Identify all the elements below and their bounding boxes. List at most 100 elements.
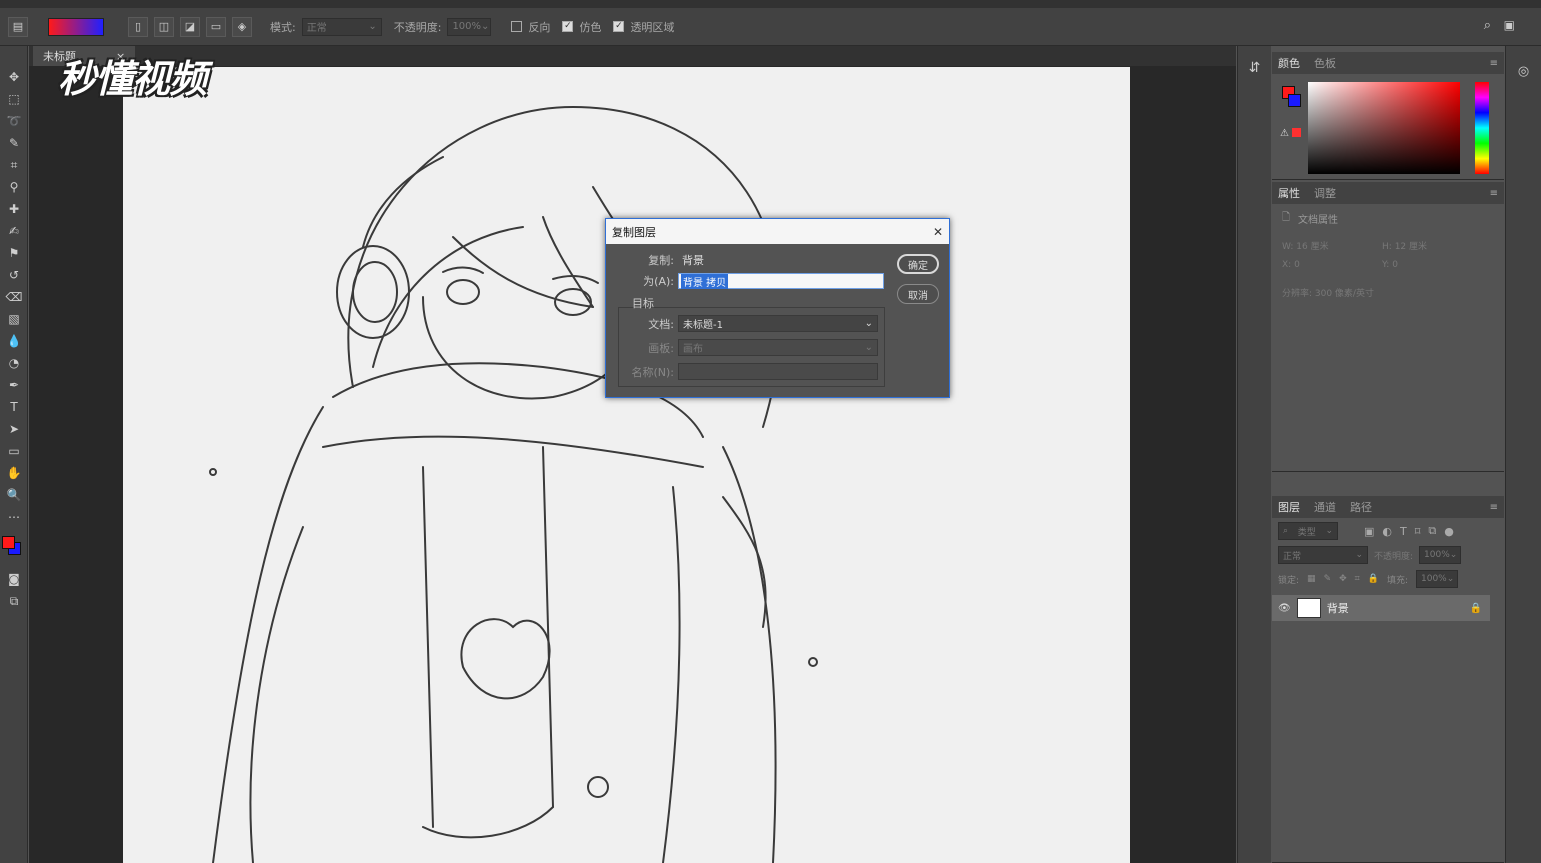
lock-label: 锁定: — [1278, 575, 1300, 586]
path-select-tool-icon[interactable]: ➤ — [0, 418, 28, 440]
more-tools-icon[interactable]: ⋯ — [0, 506, 28, 528]
diamond-gradient-button[interactable]: ◈ — [232, 16, 252, 37]
healing-tool-icon[interactable]: ✚ — [0, 198, 28, 220]
search-icon[interactable]: ⌕ — [1484, 18, 1491, 33]
mode-select[interactable]: 正常 ⌄ — [301, 17, 382, 36]
brush-tool-icon[interactable]: ✍ — [0, 220, 28, 242]
gamut-warning-icon[interactable]: ⚠ — [1280, 128, 1289, 139]
reflected-gradient-button[interactable]: ▭ — [206, 16, 226, 37]
lock-position-icon[interactable]: ✥ — [1339, 574, 1347, 584]
artboard-select: 画布 ⌄ — [678, 339, 878, 356]
smart-object-filter-icon[interactable]: ⧉ — [1428, 524, 1436, 538]
search-icon: ⌕ — [1283, 526, 1289, 536]
layer-name: 背景 — [1326, 602, 1349, 615]
pen-tool-icon[interactable]: ✒ — [0, 374, 28, 396]
radial-gradient-button[interactable]: ◫ — [154, 16, 174, 37]
gradient-tool-icon[interactable]: ▧ — [0, 308, 28, 330]
properties-panel-tabs: 属性 调整 ≡ — [1272, 182, 1504, 204]
type-tool-icon[interactable]: T — [0, 396, 28, 418]
reverse-checkbox[interactable] — [511, 21, 523, 32]
tab-layers[interactable]: 图层 — [1278, 499, 1300, 515]
document-select[interactable]: 未标题-1 ⌄ — [678, 315, 878, 332]
panel-background-swatch[interactable] — [1288, 94, 1301, 107]
blur-tool-icon[interactable]: 💧 — [0, 330, 28, 352]
crop-tool-icon[interactable]: ⌗ — [0, 154, 28, 176]
height-field[interactable]: H: 12 厘米 — [1382, 239, 1482, 252]
eraser-tool-icon[interactable]: ⌫ — [0, 286, 28, 308]
layer-opacity-input[interactable]: 100% ⌄ — [1419, 546, 1462, 564]
panel-menu-icon[interactable]: ≡ — [1490, 502, 1498, 513]
width-field[interactable]: W: 16 厘米 — [1282, 239, 1382, 252]
x-field[interactable]: X: 0 — [1282, 260, 1382, 270]
tab-swatches[interactable]: 色板 — [1314, 55, 1336, 71]
shape-filter-icon[interactable]: ⌑ — [1415, 525, 1421, 538]
adjustment-filter-icon[interactable]: ◐ — [1382, 525, 1392, 538]
dither-checkbox[interactable]: ✓ — [562, 21, 574, 32]
quick-mask-icon[interactable]: ◙ — [0, 568, 28, 590]
screen-mode-icon[interactable]: ⧉ — [0, 590, 28, 612]
panel-menu-icon[interactable]: ≡ — [1490, 188, 1498, 199]
ok-button[interactable]: 确定 — [897, 254, 939, 274]
tab-adjustments[interactable]: 调整 — [1314, 185, 1336, 201]
layer-filter-select[interactable]: ⌕ 类型 ⌄ — [1278, 522, 1338, 540]
cancel-button[interactable]: 取消 — [897, 284, 939, 304]
transparency-checkbox[interactable]: ✓ — [613, 21, 625, 32]
zoom-tool-icon[interactable]: 🔍 — [0, 484, 28, 506]
image-filter-icon[interactable]: ▣ — [1364, 525, 1374, 538]
hand-tool-icon[interactable]: ✋ — [0, 462, 28, 484]
as-name-input[interactable]: 背景 拷贝 — [678, 273, 884, 289]
lasso-tool-icon[interactable]: ➰ — [0, 110, 28, 132]
y-field[interactable]: Y: 0 — [1382, 260, 1482, 270]
fill-input[interactable]: 100% ⌄ — [1416, 570, 1458, 588]
artboard-value: 画布 — [683, 344, 703, 355]
chevron-down-icon: ⌄ — [368, 21, 377, 32]
angle-gradient-button[interactable]: ◪ — [180, 16, 200, 37]
canvas[interactable] — [123, 67, 1130, 863]
foreground-color-swatch[interactable] — [2, 536, 15, 549]
dodge-tool-icon[interactable]: ◔ — [0, 352, 28, 374]
close-icon[interactable]: ✕ — [933, 225, 943, 239]
type-filter-icon[interactable]: T — [1400, 525, 1407, 538]
history-panel-icon[interactable]: ⇵ — [1238, 60, 1271, 76]
marquee-tool-icon[interactable]: ⬚ — [0, 88, 28, 110]
panel-menu-icon[interactable]: ≡ — [1490, 58, 1498, 69]
name-label: 名称(N): — [631, 365, 674, 379]
layer-row[interactable]: 👁 背景 🔒 — [1272, 595, 1490, 621]
lock-artboard-icon[interactable]: ⌗ — [1355, 574, 1360, 584]
color-swatches[interactable] — [0, 528, 27, 568]
menu-bar[interactable] — [0, 0, 1541, 8]
name-row: 名称(N): — [606, 363, 878, 380]
workspace-icon[interactable]: ▣ — [1504, 18, 1515, 32]
linear-gradient-button[interactable]: ▯ — [128, 16, 148, 37]
color-field[interactable] — [1308, 82, 1460, 174]
tab-paths[interactable]: 路径 — [1350, 499, 1372, 515]
lock-paint-icon[interactable]: ✎ — [1324, 574, 1332, 584]
filter-toggle-icon[interactable]: ● — [1444, 525, 1454, 538]
opacity-input[interactable]: 100% ⌄ — [447, 17, 492, 36]
visibility-eye-icon[interactable]: 👁 — [1278, 603, 1291, 614]
move-tool-icon[interactable]: ✥ — [0, 66, 28, 88]
history-brush-tool-icon[interactable]: ↺ — [0, 264, 28, 286]
dialog-title-bar[interactable]: 复制图层 ✕ — [606, 219, 949, 244]
quick-select-tool-icon[interactable]: ✎ — [0, 132, 28, 154]
gamut-color-swatch[interactable] — [1292, 128, 1301, 137]
blend-mode-select[interactable]: 正常 ⌄ — [1278, 546, 1368, 564]
duplicate-source-row: 复制: 背景 — [606, 252, 704, 268]
shape-tool-icon[interactable]: ▭ — [0, 440, 28, 462]
tab-color[interactable]: 颜色 — [1278, 55, 1300, 71]
stamp-tool-icon[interactable]: ⚑ — [0, 242, 28, 264]
tab-properties[interactable]: 属性 — [1278, 185, 1300, 201]
tab-channels[interactable]: 通道 — [1314, 499, 1336, 515]
eyedropper-tool-icon[interactable]: ⚲ — [0, 176, 28, 198]
lock-all-icon[interactable]: 🔒 — [1368, 574, 1379, 584]
libraries-panel-icon[interactable]: ◎ — [1506, 64, 1541, 79]
document-properties-header: 🗋 文档属性 — [1272, 204, 1504, 233]
layer-thumbnail — [1296, 598, 1321, 618]
tool-preset-button[interactable]: ▤ — [8, 16, 28, 37]
hue-slider[interactable] — [1475, 82, 1489, 174]
mode-value: 正常 — [306, 23, 327, 34]
document-properties-label: 文档属性 — [1298, 215, 1339, 226]
layer-filter-row: ⌕ 类型 ⌄ ▣ ◐ T ⌑ ⧉ ● — [1272, 518, 1504, 544]
lock-pixels-icon[interactable]: ▦ — [1307, 574, 1316, 584]
gradient-swatch[interactable] — [48, 17, 104, 36]
